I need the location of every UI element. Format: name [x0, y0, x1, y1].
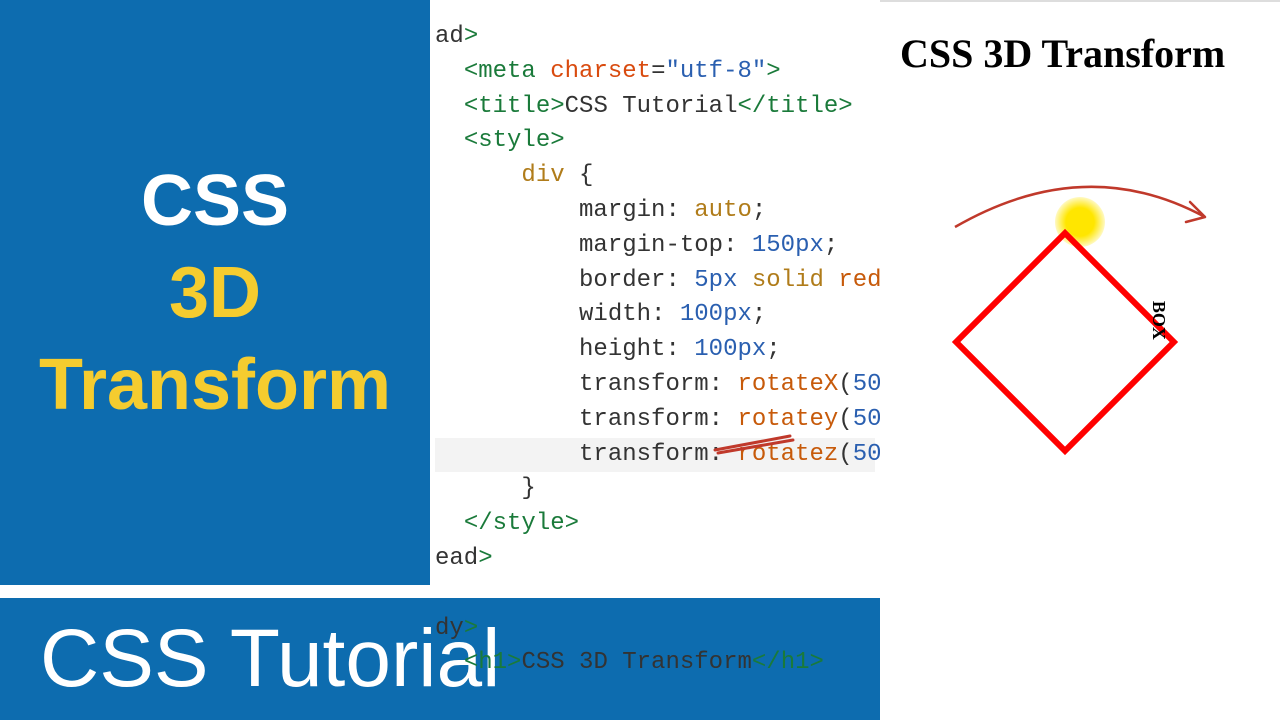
- title-line-css: CSS: [141, 160, 289, 242]
- code-head-partial: ad: [435, 23, 464, 50]
- rotated-box: BOX: [952, 229, 1178, 455]
- footer-label: CSS Tutorial: [40, 612, 500, 706]
- code-editor: ad> <meta charset="utf-8"> <title>CSS Tu…: [430, 10, 880, 580]
- title-panel: CSS 3D Transform: [0, 0, 430, 585]
- preview-diagram: BOX: [900, 172, 1270, 542]
- preview-heading: CSS 3D Transform: [900, 30, 1270, 77]
- title-line-transform: Transform: [39, 344, 391, 426]
- preview-pane: CSS 3D Transform BOX: [880, 0, 1280, 598]
- scribble-underline-icon: [710, 428, 800, 458]
- title-line-3d: 3D: [169, 252, 261, 334]
- box-label: BOX: [1148, 301, 1169, 340]
